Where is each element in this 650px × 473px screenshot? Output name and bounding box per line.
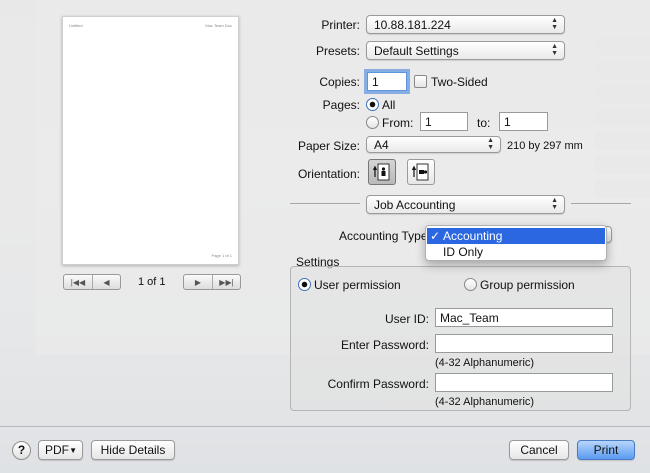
enter-password-hint: (4-32 Alphanumeric)	[435, 357, 535, 369]
menu-item-accounting[interactable]: ✓ Accounting	[427, 228, 605, 244]
cancel-button[interactable]: Cancel	[509, 440, 569, 460]
pages-label: Pages:	[322, 98, 360, 112]
page-indicator: 1 of 1	[138, 276, 166, 288]
pdf-menu-button[interactable]: PDF ▼	[38, 440, 83, 460]
enter-password-field[interactable]	[435, 334, 613, 353]
landscape-icon	[412, 163, 429, 181]
popup-arrows-icon: ▲ ▼	[551, 17, 558, 31]
printer-value: 10.88.181.224	[374, 18, 451, 32]
user-id-field[interactable]: Mac_Team	[435, 308, 613, 327]
pager-forward-group: ▶ ▶▶|	[183, 274, 241, 290]
presets-label: Presets:	[315, 44, 360, 58]
portrait-icon	[373, 163, 390, 181]
checkmark-icon: ✓	[430, 229, 441, 243]
pages-from-label: From:	[382, 116, 414, 130]
orientation-label: Orientation:	[297, 167, 360, 181]
next-page-icon[interactable]: ▶	[184, 275, 212, 289]
chevron-down-icon: ▼	[69, 446, 77, 455]
section-popup-value: Job Accounting	[374, 198, 456, 212]
pages-all-label: All	[382, 98, 396, 112]
menu-item-id-only[interactable]: ID Only	[427, 244, 605, 260]
pages-all-radio[interactable]	[366, 98, 379, 111]
menu-item-label: Accounting	[443, 229, 503, 243]
group-permission-label: Group permission	[480, 278, 575, 292]
paper-size-label: Paper Size:	[297, 139, 360, 153]
popup-arrows-icon: ▲ ▼	[551, 43, 558, 57]
copies-field[interactable]: 1	[367, 72, 407, 91]
two-sided-checkbox[interactable]	[414, 75, 427, 88]
landscape-orientation-button[interactable]	[407, 159, 435, 185]
user-permission-label: User permission	[314, 278, 401, 292]
section-divider-left	[290, 203, 360, 204]
pager-back-group: |◀◀ ◀	[63, 274, 121, 290]
pages-to-field[interactable]: 1	[499, 112, 548, 131]
accounting-type-label: Accounting Type	[339, 229, 428, 243]
copies-label: Copies:	[319, 75, 360, 89]
section-popup[interactable]: Job Accounting ▲ ▼	[366, 195, 565, 214]
presets-value: Default Settings	[374, 44, 459, 58]
printer-label: Printer:	[321, 18, 360, 32]
group-permission-radio[interactable]	[464, 278, 477, 291]
pages-from-radio[interactable]	[366, 116, 379, 129]
user-permission-radio[interactable]	[298, 278, 311, 291]
popup-arrows-icon: ▲ ▼	[487, 137, 494, 151]
confirm-password-label: Confirm Password:	[327, 377, 429, 391]
paper-size-popup[interactable]: A4 ▲ ▼	[366, 136, 501, 153]
pages-to-label: to:	[477, 116, 491, 130]
portrait-orientation-button[interactable]	[368, 159, 396, 185]
preview-header-right: Mac Team Doc	[205, 23, 232, 28]
printer-popup[interactable]: 10.88.181.224 ▲ ▼	[366, 15, 565, 34]
preview-header-left: Untitled	[69, 23, 83, 28]
accounting-type-menu: ✓ Accounting ID Only	[425, 225, 607, 261]
popup-arrows-icon: ▲ ▼	[551, 197, 558, 211]
paper-dimensions: 210 by 297 mm	[507, 140, 583, 152]
print-dialog: Untitled Mac Team Doc Page 1 of 1 |◀◀ ◀ …	[0, 0, 650, 473]
confirm-password-hint: (4-32 Alphanumeric)	[435, 396, 535, 408]
section-divider-right	[571, 203, 631, 204]
enter-password-label: Enter Password:	[340, 338, 429, 352]
confirm-password-field[interactable]	[435, 373, 613, 392]
help-button[interactable]: ?	[12, 441, 31, 460]
menu-item-label: ID Only	[443, 245, 484, 259]
last-page-icon[interactable]: ▶▶|	[212, 275, 240, 289]
hide-details-button[interactable]: Hide Details	[91, 440, 175, 460]
first-page-icon[interactable]: |◀◀	[64, 275, 92, 289]
preview-footer: Page 1 of 1	[211, 253, 232, 258]
previous-page-icon[interactable]: ◀	[92, 275, 120, 289]
paper-size-value: A4	[374, 138, 389, 152]
pdf-label: PDF	[45, 443, 69, 457]
print-button[interactable]: Print	[577, 440, 635, 460]
footer-divider	[0, 426, 650, 427]
print-preview-page: Untitled Mac Team Doc Page 1 of 1	[62, 16, 239, 265]
presets-popup[interactable]: Default Settings ▲ ▼	[366, 41, 565, 60]
two-sided-label: Two-Sided	[431, 75, 488, 89]
user-id-label: User ID:	[384, 312, 429, 326]
pages-from-field[interactable]: 1	[420, 112, 468, 131]
